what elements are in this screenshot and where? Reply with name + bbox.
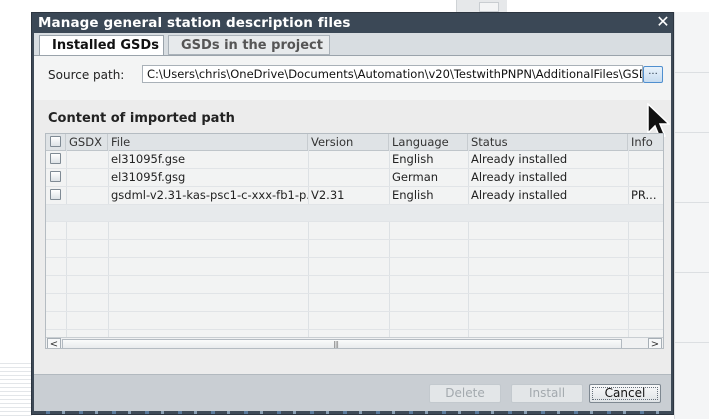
cancel-button[interactable]: Cancel [589,384,661,403]
gsd-table: GSDX File Version Language Status Info e… [45,133,664,349]
column-header-version[interactable]: Version [308,134,389,150]
scroll-right-icon[interactable]: > [648,338,662,348]
close-icon[interactable]: ✕ [655,14,671,30]
cell-status: Already installed [471,170,568,184]
table-header: GSDX File Version Language Status Info [46,134,663,151]
empty-table-row [46,205,663,221]
source-path-row: Source path: C:\Users\chris\OneDrive\Doc… [34,56,671,100]
cell-version [308,168,389,186]
tab-installed-gsds[interactable]: Installed GSDs [39,35,164,55]
table-row[interactable]: el31095f.gsg German Already installed [46,168,663,186]
cell-info [628,150,663,168]
scrollbar-thumb[interactable]: ||| [62,339,622,349]
column-header-gsdx[interactable]: GSDX [66,134,108,150]
content-section-title: Content of imported path [48,111,235,126]
scrollbar-grip: ||| [333,340,339,349]
row-checkbox[interactable] [50,189,61,200]
background-panel-left [0,360,32,419]
horizontal-scrollbar[interactable]: < ||| > [46,337,663,349]
row-checkbox[interactable] [50,171,61,182]
cell-file: gsdml-v2.31-kas-psc1-c-xxx-fb1-p... [111,188,308,202]
delete-button[interactable]: Delete [429,384,501,403]
cell-language: English [392,152,434,166]
cancel-button-label: Cancel [604,386,646,400]
cell-status: Already installed [471,152,568,166]
tab-gsds-in-project[interactable]: GSDs in the project [168,35,330,55]
browse-button[interactable]: ... [643,66,663,83]
background-toolbar-fragment [456,0,507,12]
column-header-info[interactable]: Info [628,134,663,150]
scroll-left-icon[interactable]: < [47,338,61,348]
cell-status: Already installed [471,188,568,202]
dialog-footer: Delete Install Cancel [34,374,671,412]
cell-file: el31095f.gse [111,152,186,166]
column-header-file[interactable]: File [108,134,308,150]
column-header-status[interactable]: Status [468,134,628,150]
manage-gsd-dialog: Manage general station description files… [31,12,674,415]
column-header-language[interactable]: Language [389,134,468,150]
select-all-checkbox[interactable] [50,136,61,147]
tab-panel: Source path: C:\Users\chris\OneDrive\Doc… [34,55,671,374]
dialog-bottom-border [32,411,673,414]
source-path-label: Source path: [48,68,125,82]
background-panel-right [674,12,709,419]
install-button[interactable]: Install [511,384,583,403]
dialog-body: Installed GSDs GSDs in the project Sourc… [34,33,671,412]
table-row[interactable]: gsdml-v2.31-kas-psc1-c-xxx-fb1-p... V2.3… [46,186,663,204]
dialog-title: Manage general station description files [38,15,351,31]
dialog-titlebar[interactable]: Manage general station description files… [32,13,673,33]
cell-info: PR... [631,188,657,202]
source-path-field[interactable]: C:\Users\chris\OneDrive\Documents\Automa… [142,65,643,83]
cell-version [308,150,389,168]
cell-version: V2.31 [311,188,345,202]
select-all-cell[interactable] [46,134,66,150]
table-row[interactable]: el31095f.gse English Already installed [46,150,663,168]
tab-bar: Installed GSDs GSDs in the project [34,33,671,55]
cell-info [628,168,663,186]
cell-language: German [392,170,439,184]
cell-language: English [392,188,434,202]
row-checkbox[interactable] [50,153,61,164]
cell-file: el31095f.gsg [111,170,186,184]
